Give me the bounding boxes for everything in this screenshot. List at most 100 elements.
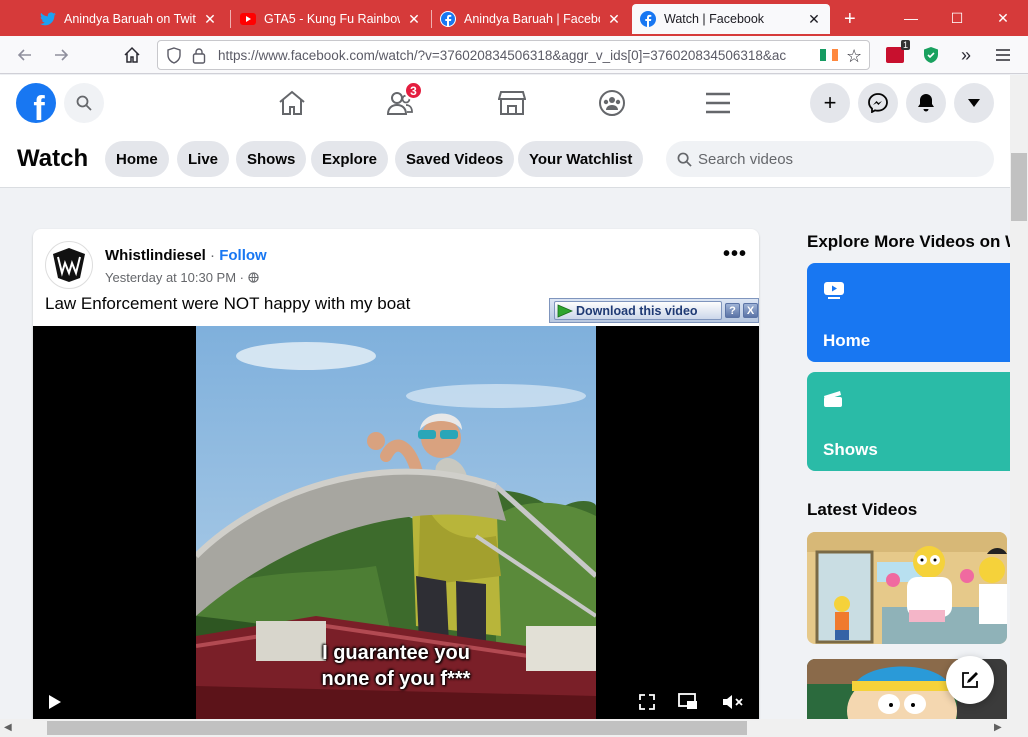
lock-icon[interactable]: [192, 47, 206, 69]
play-icon[interactable]: [45, 692, 65, 712]
nav-home-button[interactable]: [262, 75, 322, 131]
tab-title: GTA5 - Kung Fu Rainbow La: [264, 12, 400, 26]
forward-arrow-icon[interactable]: [46, 40, 76, 70]
tab-your-watchlist[interactable]: Your Watchlist: [518, 141, 644, 177]
close-tab-icon[interactable]: ✕: [406, 11, 422, 28]
overflow-chevron-icon[interactable]: »: [951, 40, 981, 70]
minimize-button[interactable]: —: [888, 0, 934, 36]
tab-title: Anindya Baruah | Facebook: [464, 12, 600, 26]
download-video-button[interactable]: Download this video: [554, 301, 722, 320]
close-tab-icon[interactable]: ✕: [806, 11, 822, 28]
tab-title: Anindya Baruah on Twitter:: [64, 12, 196, 26]
tab-title: Watch | Facebook: [664, 12, 765, 26]
browser-tab-strip: Anindya Baruah on Twitter: ✕ GTA5 - Kung…: [0, 0, 1028, 36]
simpsons-thumbnail-image: [807, 532, 1007, 644]
plus-icon: +: [844, 7, 856, 30]
groups-icon: [599, 90, 625, 116]
facebook-header: f 3 +: [0, 75, 1010, 131]
video-subtitle-line-1: I guarantee you: [322, 642, 470, 664]
close-window-button[interactable]: ✕: [980, 0, 1026, 36]
new-tab-button[interactable]: +: [836, 4, 860, 34]
whistlindiesel-logo-icon: [53, 248, 85, 282]
follow-button[interactable]: Follow: [219, 247, 267, 264]
close-tab-icon[interactable]: ✕: [202, 11, 218, 28]
latest-video-thumbnail-simpsons[interactable]: [807, 532, 1007, 644]
video-play-icon: [823, 281, 845, 304]
nav-groups-button[interactable]: [582, 75, 642, 131]
search-videos-input[interactable]: Search videos: [666, 141, 994, 177]
friends-notification-badge: 3: [404, 81, 423, 100]
tile-label: Home: [823, 331, 871, 350]
post-author[interactable]: Whistlindiesel: [105, 247, 206, 264]
download-video-toolbar: Download this video ? X: [549, 298, 759, 323]
nav-friends-button[interactable]: 3: [370, 75, 430, 131]
page-title: Watch: [17, 145, 89, 172]
nav-menu-button[interactable]: [688, 75, 748, 131]
nav-marketplace-button[interactable]: [482, 75, 542, 131]
muted-volume-icon[interactable]: [721, 692, 745, 712]
tab-explore[interactable]: Explore: [311, 141, 389, 177]
maximize-button[interactable]: ☐: [934, 0, 980, 36]
facebook-icon: [440, 11, 456, 27]
home-icon: [279, 90, 305, 115]
search-icon: [677, 152, 692, 167]
timestamp-text: Yesterday at 10:30 PM ·: [105, 270, 248, 285]
download-close-icon[interactable]: X: [743, 303, 758, 318]
home-icon[interactable]: [117, 40, 147, 70]
account-menu-button[interactable]: [954, 83, 994, 123]
ireland-flag-icon[interactable]: [820, 49, 838, 61]
browser-tab-youtube[interactable]: GTA5 - Kung Fu Rainbow La ✕: [232, 4, 430, 34]
url-text[interactable]: https://www.facebook.com/watch/?v=376020…: [218, 48, 808, 63]
tab-shows[interactable]: Shows: [236, 141, 307, 177]
facebook-icon: [640, 11, 656, 27]
compose-message-button[interactable]: [946, 656, 994, 704]
facebook-logo-letter: f: [33, 90, 45, 123]
browser-tab-twitter[interactable]: Anindya Baruah on Twitter: ✕: [32, 4, 226, 34]
post-timestamp[interactable]: Yesterday at 10:30 PM ·: [105, 270, 259, 285]
shield-icon[interactable]: [166, 47, 182, 69]
bookmark-star-icon[interactable]: ☆: [846, 46, 862, 67]
plus-icon: +: [823, 90, 837, 115]
download-label: Download this video: [576, 303, 698, 318]
horizontal-scrollbar-thumb[interactable]: [47, 721, 747, 735]
video-post-card: Whistlindiesel · Follow Yesterday at 10:…: [33, 229, 759, 719]
post-author-line: Whistlindiesel · Follow: [105, 247, 267, 264]
separator-dot: ·: [210, 247, 216, 264]
tab-saved-videos[interactable]: Saved Videos: [395, 141, 515, 177]
explore-tile-home[interactable]: Home: [807, 263, 1010, 362]
extension-icon[interactable]: 1: [880, 40, 910, 70]
marketplace-icon: [498, 91, 526, 115]
chevron-down-icon: [968, 99, 980, 107]
search-placeholder: Search videos: [698, 150, 794, 168]
notifications-button[interactable]: [906, 83, 946, 123]
browser-tab-facebook-profile[interactable]: Anindya Baruah | Facebook ✕: [432, 4, 630, 34]
browser-tab-watch-active[interactable]: Watch | Facebook ✕: [632, 4, 830, 34]
create-button[interactable]: +: [810, 83, 850, 123]
explore-tile-shows[interactable]: Shows: [807, 372, 1010, 471]
tab-live[interactable]: Live: [177, 141, 230, 177]
video-player[interactable]: I guarantee you none of you f***: [33, 326, 759, 719]
picture-in-picture-icon[interactable]: [677, 692, 699, 712]
hamburger-menu-icon: [706, 92, 730, 114]
download-help-icon[interactable]: ?: [725, 303, 740, 318]
facebook-logo[interactable]: f: [16, 83, 56, 123]
tab-home[interactable]: Home: [105, 141, 169, 177]
messenger-button[interactable]: [858, 83, 898, 123]
scroll-right-arrow-icon[interactable]: ▶: [994, 722, 1002, 733]
browser-toolbar: https://www.facebook.com/watch/?v=376020…: [0, 36, 1028, 74]
bell-icon: [918, 94, 934, 112]
vertical-scrollbar-thumb[interactable]: [1011, 153, 1027, 221]
fullscreen-icon[interactable]: [637, 692, 657, 712]
clapperboard-icon: [823, 390, 843, 413]
facebook-search-button[interactable]: [64, 83, 104, 123]
back-arrow-icon[interactable]: [10, 40, 40, 70]
scroll-left-arrow-icon[interactable]: ◀: [4, 722, 12, 733]
post-title: Law Enforcement were NOT happy with my b…: [45, 294, 411, 313]
close-tab-icon[interactable]: ✕: [606, 11, 622, 28]
post-options-icon[interactable]: •••: [723, 243, 747, 266]
privacy-shield-icon[interactable]: [916, 40, 946, 70]
address-bar[interactable]: https://www.facebook.com/watch/?v=376020…: [157, 40, 870, 70]
explore-more-heading: Explore More Videos on W: [807, 232, 1010, 251]
avatar[interactable]: [45, 241, 93, 289]
hamburger-menu-icon[interactable]: [988, 40, 1018, 70]
